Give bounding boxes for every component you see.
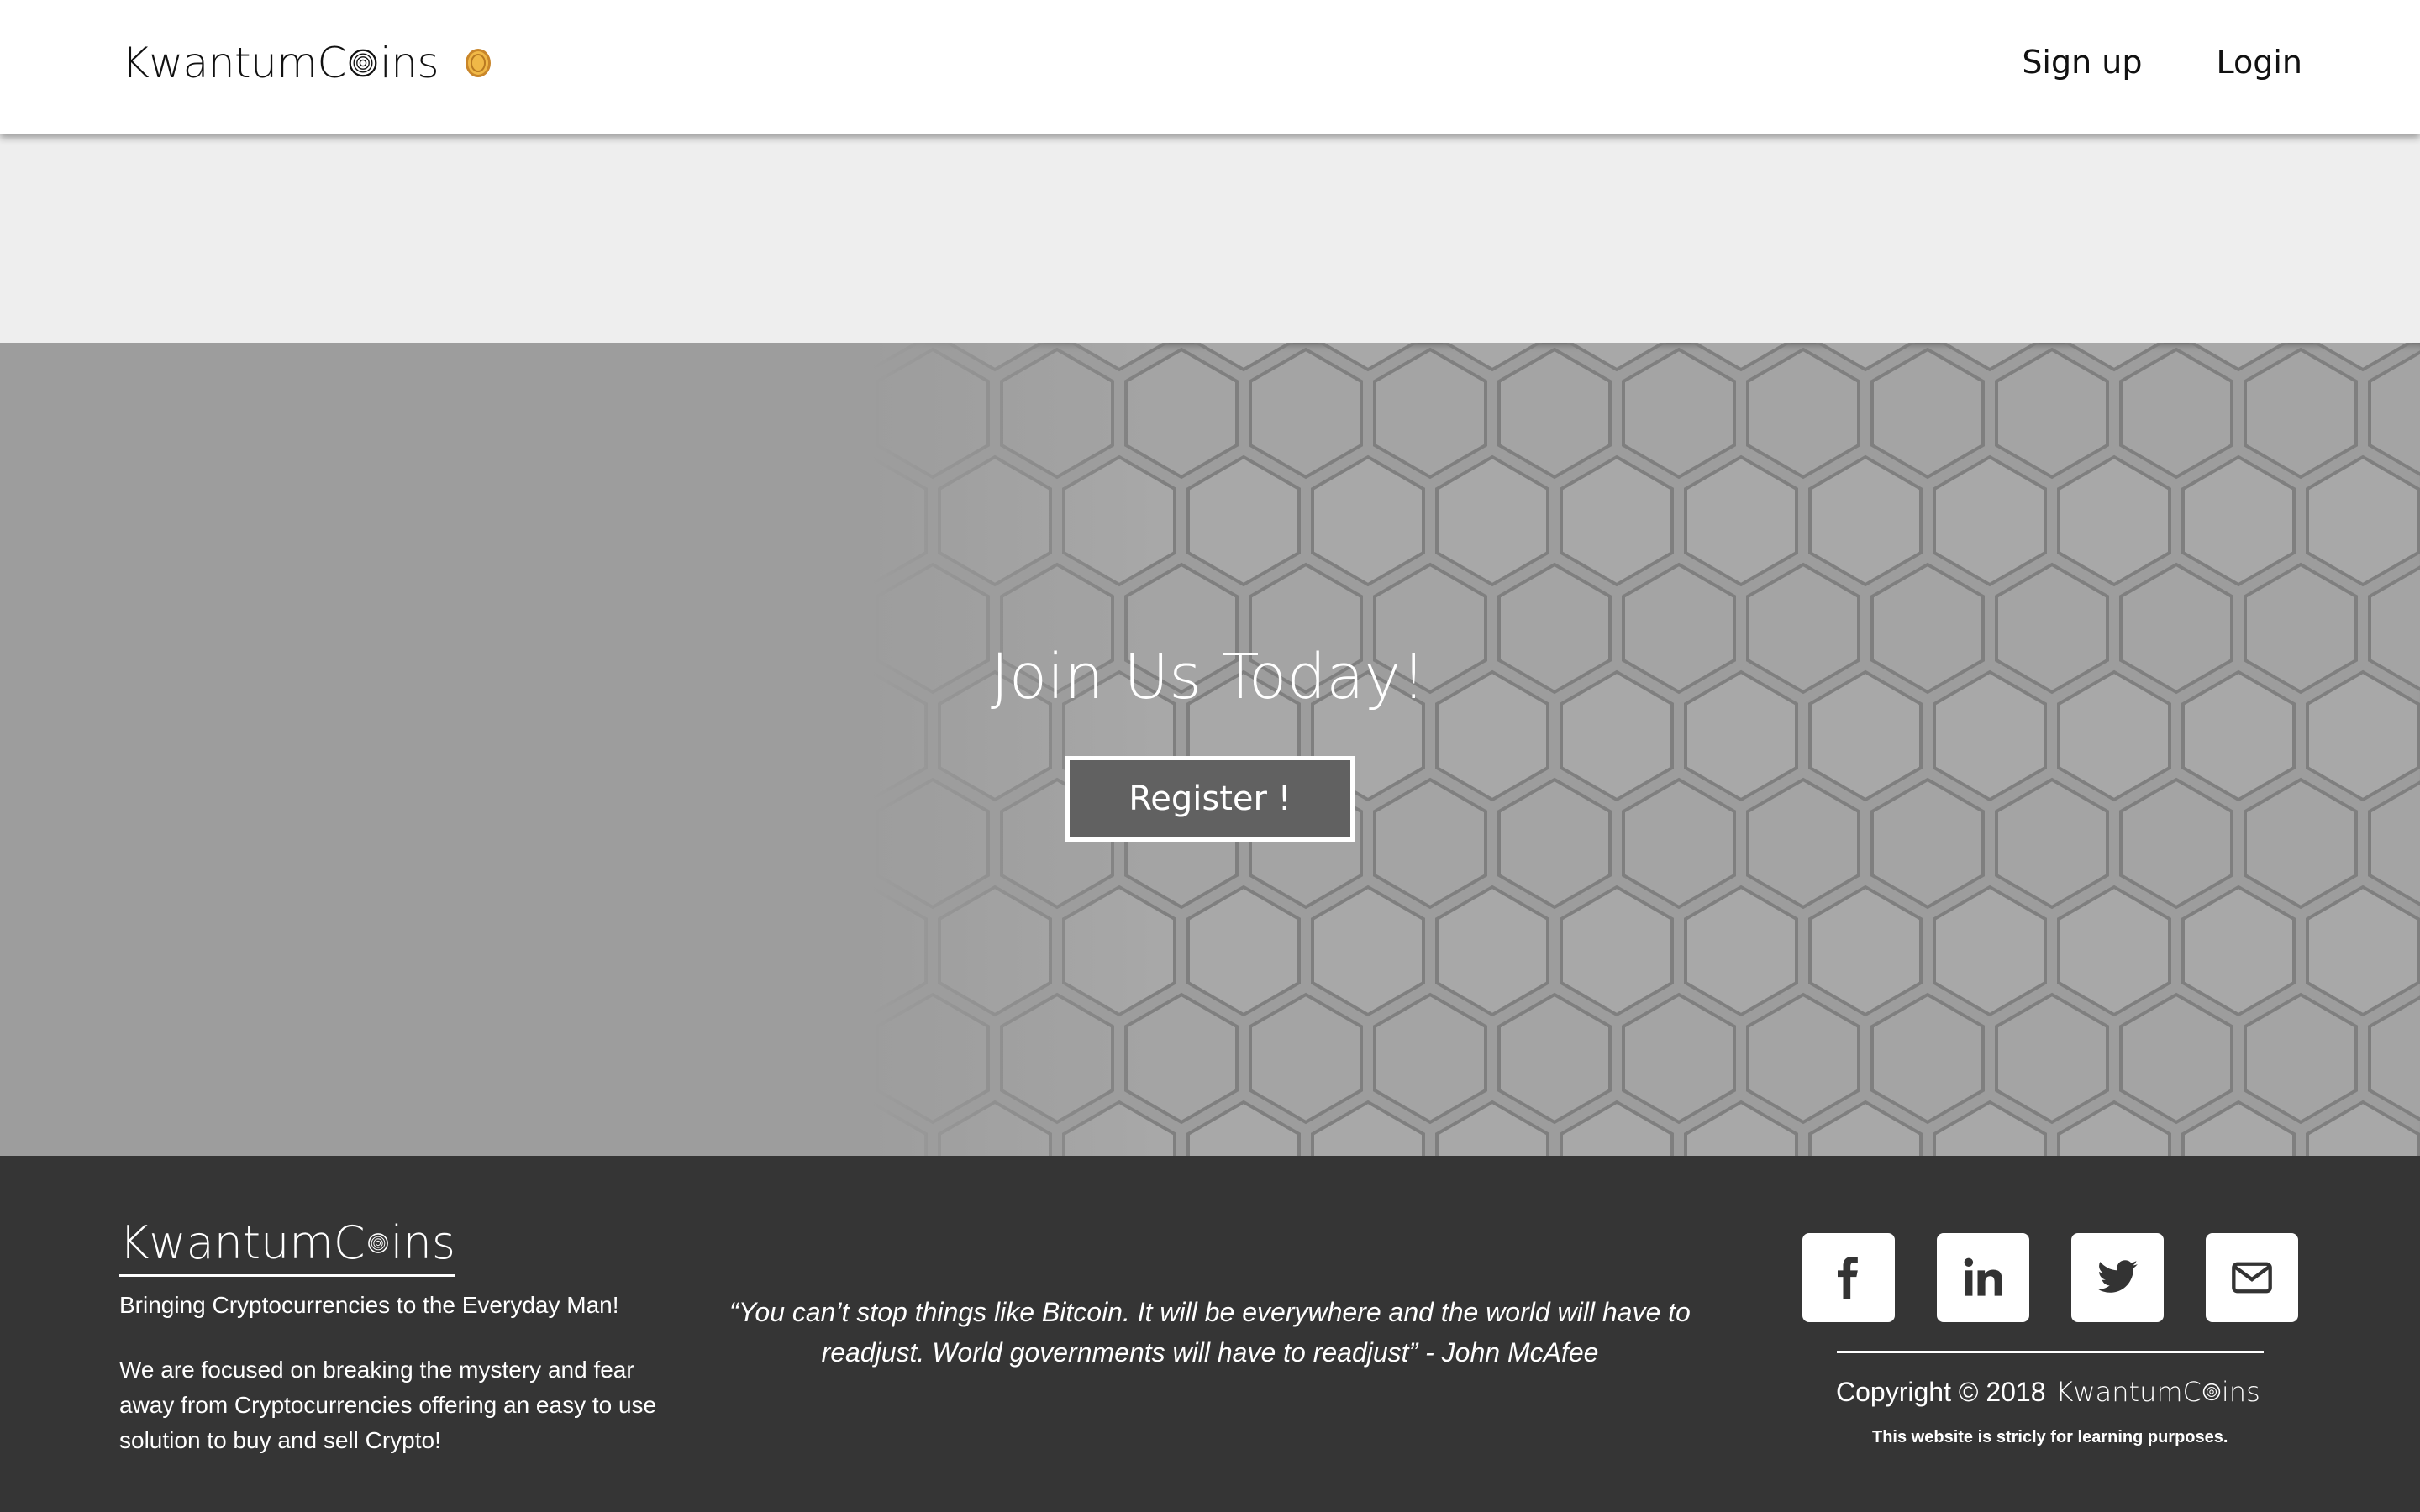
email-button[interactable] [2206, 1233, 2298, 1322]
footer-brand-suffix: ins [390, 1216, 455, 1269]
coin-spiral-icon [349, 49, 377, 77]
social-links [1802, 1233, 2298, 1322]
copyright-brand-logo: KwantumC ins [2056, 1376, 2260, 1408]
learning-purposes-note: This website is stricly for learning pur… [1872, 1428, 2228, 1446]
linkedin-icon [1964, 1257, 2002, 1296]
signup-link[interactable]: Sign up [2022, 44, 2142, 81]
footer-brand-logo: KwantumC ins [119, 1216, 455, 1277]
facebook-icon [1838, 1257, 1858, 1299]
footer-quote: “You can’t stop things like Bitcoin. It … [729, 1297, 1691, 1368]
hexagon-pattern-background [0, 343, 2420, 1156]
twitter-button[interactable] [2071, 1233, 2164, 1322]
facebook-button[interactable] [1802, 1233, 1895, 1322]
hero-section: Join Us Today! Register ! [0, 343, 2420, 1156]
site-footer: KwantumC ins Bringing Cryptocurrencies t… [0, 1156, 2420, 1512]
login-link[interactable]: Login [2216, 44, 2302, 81]
footer-tagline: Bringing Cryptocurrencies to the Everyda… [119, 1292, 619, 1318]
copyright-brand-suffix: ins [2221, 1376, 2260, 1408]
brand-text-suffix: ins [379, 39, 439, 87]
footer-divider [1837, 1351, 2264, 1353]
twitter-icon [2097, 1260, 2138, 1293]
top-nav: Sign up Login [2022, 44, 2302, 81]
register-button[interactable]: Register ! [1065, 756, 1355, 842]
copyright-text: Copyright © 2018 [1836, 1376, 2046, 1407]
footer-about-text: We are focused on breaking the mystery a… [119, 1357, 657, 1453]
mail-icon [2232, 1262, 2272, 1294]
coin-spiral-icon [2202, 1383, 2221, 1401]
grey-banner-band [0, 134, 2420, 343]
gold-coin-icon [466, 49, 492, 77]
coin-spiral-icon [367, 1232, 388, 1253]
brand-logo-link[interactable]: KwantumC ins [122, 39, 492, 87]
brand-text-prefix: KwantumC [122, 39, 346, 87]
site-header: KwantumC ins Sign up Login [0, 0, 2420, 134]
linkedin-button[interactable] [1937, 1233, 2029, 1322]
footer-brand-prefix: KwantumC [119, 1216, 366, 1269]
copyright-brand-prefix: KwantumC [2055, 1376, 2202, 1408]
copyright-line: Copyright © 2018 KwantumC ins [1836, 1376, 2260, 1408]
hero-title: Join Us Today! [991, 641, 1426, 713]
brand-logo: KwantumC ins [122, 39, 439, 87]
